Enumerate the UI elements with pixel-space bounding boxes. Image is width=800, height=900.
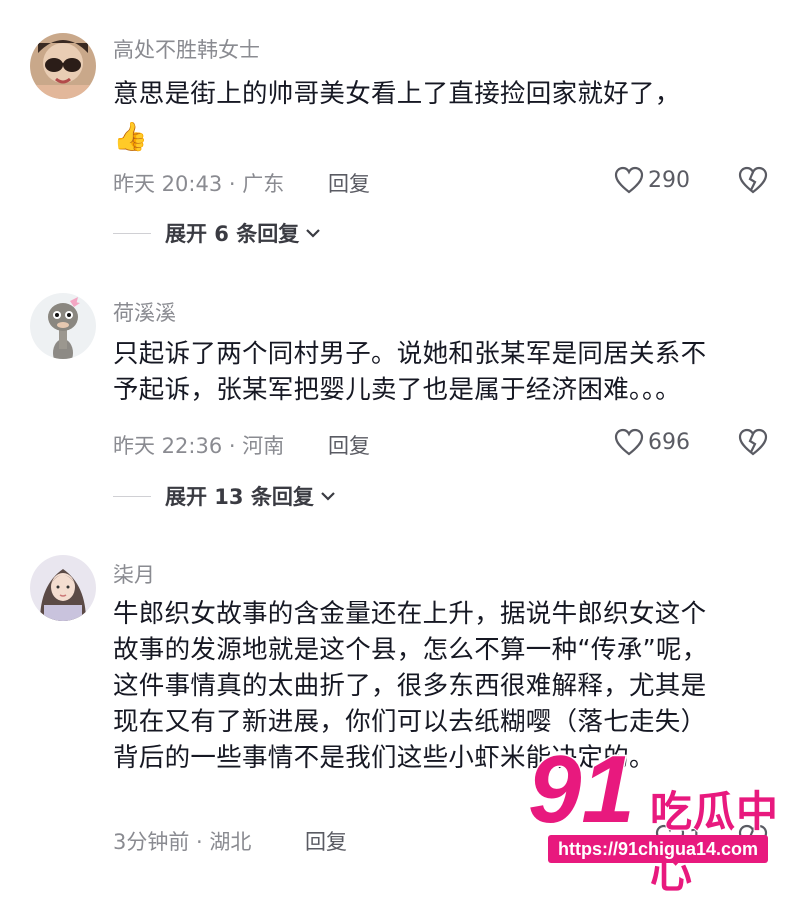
username[interactable]: 荷溪溪 xyxy=(113,297,176,327)
avatar[interactable] xyxy=(30,33,96,99)
thumbs-up-icon: 👍 xyxy=(113,120,148,153)
timestamp-location: 昨天 22:36 · 河南 xyxy=(113,434,285,458)
like-button[interactable]: 696 xyxy=(614,428,690,456)
comment-line: 故事的发源地就是这个县，怎么不算一种“传承”呢， xyxy=(113,635,708,665)
heart-icon xyxy=(614,428,644,456)
comment-text: 意思是街上的帅哥美女看上了直接捡回家就好了， xyxy=(113,76,773,112)
watermark-url: https://91chigua14.com xyxy=(548,835,769,863)
expand-replies-button[interactable]: 展开 13 条回复 xyxy=(113,481,336,511)
chevron-down-icon xyxy=(321,492,335,501)
reply-button[interactable]: 回复 xyxy=(328,168,370,198)
like-count: 696 xyxy=(648,429,690,455)
comment-line: 现在又有了新进展，你们可以去纸糊嘤（落七走失） xyxy=(113,707,707,737)
chevron-down-icon xyxy=(306,229,321,238)
broken-heart-icon xyxy=(738,166,768,194)
comment-line: 予起诉，张某军把婴儿卖了也是属于经济困难。。。 xyxy=(113,375,681,405)
comment-text: 只起诉了两个同村男子。说她和张某军是同居关系不 予起诉，张某军把婴儿卖了也是属于… xyxy=(113,336,773,408)
comment-line: 意思是街上的帅哥美女看上了直接捡回家就好了， xyxy=(113,79,681,109)
like-count: 290 xyxy=(648,167,690,193)
expand-replies-label: 展开 6 条回复 xyxy=(165,222,300,246)
timestamp-location: 昨天 20:43 · 广东 xyxy=(113,172,285,196)
comment-line: 这件事情真的太曲折了，很多东西很难解释，尤其是 xyxy=(113,671,707,701)
watermark-number: 91 xyxy=(527,736,637,843)
dislike-button[interactable] xyxy=(738,166,768,198)
dislike-button[interactable] xyxy=(738,428,768,460)
expand-replies-button[interactable]: 展开 6 条回复 xyxy=(113,218,321,248)
comment-line: 牛郎织女故事的含金量还在上升，据说牛郎织女这个 xyxy=(113,599,707,629)
expand-replies-label: 展开 13 条回复 xyxy=(165,485,314,509)
comment-line: 背后的一些事情不是我们这些小虾米能决定的。 xyxy=(113,743,655,773)
broken-heart-icon xyxy=(738,428,768,456)
reply-button[interactable]: 回复 xyxy=(328,430,370,460)
heart-icon xyxy=(614,166,644,194)
timestamp-location: 3分钟前 · 湖北 xyxy=(113,830,252,854)
avatar[interactable] xyxy=(30,293,96,359)
username[interactable]: 高处不胜韩女士 xyxy=(113,34,260,64)
reply-button[interactable]: 回复 xyxy=(305,826,347,856)
divider xyxy=(113,232,151,234)
username[interactable]: 柒月 xyxy=(113,559,155,589)
like-button[interactable]: 290 xyxy=(614,166,690,194)
comment-text: 牛郎织女故事的含金量还在上升，据说牛郎织女这个 故事的发源地就是这个县，怎么不算… xyxy=(113,596,773,776)
comment-line: 只起诉了两个同村男子。说她和张某军是同居关系不 xyxy=(113,339,707,369)
divider xyxy=(113,495,151,497)
avatar[interactable] xyxy=(30,555,96,621)
